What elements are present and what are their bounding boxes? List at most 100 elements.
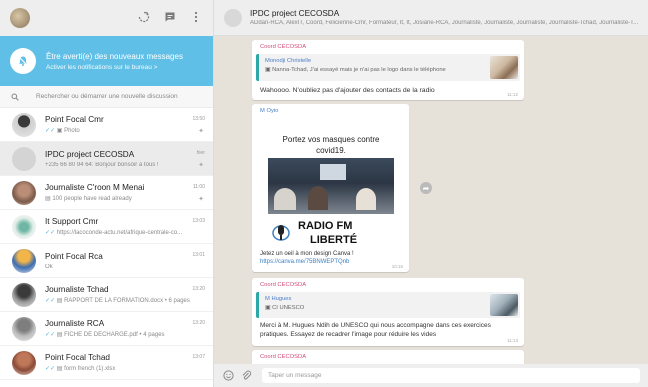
chat-preview: ✓✓ https://lacoconde-actu.net/afrique-ce… — [45, 230, 183, 236]
avatar — [12, 282, 36, 307]
message-composer — [214, 364, 648, 387]
chat-preview: ▤ 100 people have read already — [45, 196, 132, 202]
chat-preview: +235 66 80 94 64: Bonjour bonsoir à tous… — [45, 161, 159, 168]
read-ticks-icon: ✓✓ — [45, 230, 56, 236]
pin-icon: ✦ — [198, 128, 204, 135]
group-name: IPDC project CECOSDA — [250, 9, 340, 18]
avatar — [12, 350, 36, 375]
notification-banner[interactable]: Être averti(e) des nouveaux messages Act… — [0, 36, 213, 86]
quoted-message[interactable]: M Hugues ▣ CI UNESCO — [256, 292, 520, 318]
message-text: Merci à M. Hugues Ndih de UNESCO qui nou… — [260, 322, 491, 338]
avatar — [12, 214, 36, 239]
read-ticks-icon: ✓✓ — [45, 332, 56, 338]
poster-photo — [268, 158, 394, 214]
menu-icon[interactable] — [189, 10, 203, 24]
avatar — [12, 316, 36, 341]
group-avatar[interactable] — [224, 8, 242, 27]
chat-name: It Support Cmr — [45, 217, 99, 226]
chat-name: Point Focal Rca — [45, 251, 103, 261]
image-icon: ▣ — [265, 305, 271, 311]
chat-name: IPDC project CECOSDA — [45, 149, 135, 159]
message-time: 10:15 — [391, 264, 403, 269]
chat-item[interactable]: Point Focal Rca Ok 13:01 — [0, 244, 213, 278]
chat-item[interactable]: Point Focal Cmr ✓✓ ▣ Photo 13:50 ✦ — [0, 108, 213, 142]
quoted-message[interactable]: Monodji Christelle ▣ Nanna-Tchad, J'ai e… — [256, 54, 520, 81]
chat-name: Journaliste Tchad — [45, 285, 109, 294]
conversation-header[interactable]: IPDC project CECOSDA ADdan-RCA, AlexIT, … — [214, 0, 648, 36]
message-time: 11:12 — [507, 92, 518, 97]
message-bubble[interactable]: Coord CECOSDA — [252, 350, 524, 364]
chat-time: 13:20 — [192, 286, 205, 292]
chat-item[interactable]: Journaliste RCA ✓✓ ▤ FICHE DE DECHARGE.p… — [0, 312, 213, 346]
message-input[interactable] — [262, 368, 640, 383]
message-text: Jetez un oeil à mon design Canva ! — [260, 251, 354, 257]
message-text: Wahoooo. N'oubliez pas d'ajouter des con… — [260, 87, 435, 94]
document-icon: ▤ — [56, 332, 63, 338]
chat-list: Point Focal Cmr ✓✓ ▣ Photo 13:50 ✦ IPDC … — [0, 108, 213, 380]
chat-preview: Ok — [45, 263, 53, 270]
chat-item[interactable]: Point Focal Tchad ✓✓ ▤ form french (1).x… — [0, 346, 213, 380]
chat-time: 13:20 — [192, 320, 205, 326]
document-icon: ▤ — [56, 366, 63, 372]
attach-icon[interactable] — [240, 370, 252, 382]
chat-item[interactable]: It Support Cmr ✓✓ https://lacoconde-actu… — [0, 210, 213, 244]
poster-title: Portez vos masques contre covid19. — [282, 135, 380, 155]
radio-logo-icon — [272, 220, 290, 242]
message-bubble[interactable]: M Oyio Portez vos masques contre covid19… — [252, 104, 409, 272]
avatar — [12, 112, 36, 137]
chat-preview: ✓✓ ▣ Photo — [45, 128, 80, 134]
read-ticks-icon: ✓✓ — [45, 366, 56, 372]
chat-time: 13:07 — [192, 354, 205, 360]
document-icon: ▤ — [45, 196, 51, 202]
forward-icon[interactable]: ➦ — [420, 182, 432, 194]
status-icon[interactable] — [137, 10, 151, 24]
chat-item[interactable]: Journaliste Tchad ✓✓ ▤ RAPPORT DE LA FOR… — [0, 278, 213, 312]
poster-radio-line-1: RADIO FM — [298, 220, 353, 232]
camera-icon: ▣ — [56, 128, 63, 134]
message-sender: M Oyio — [260, 108, 279, 114]
chat-preview: ✓✓ ▤ FICHE DE DECHARGE.pdf • 4 pages — [45, 332, 165, 338]
left-header — [0, 0, 213, 36]
avatar — [12, 180, 36, 205]
message-sender: Coord CECOSDA — [260, 44, 307, 50]
notification-subtitle[interactable]: Activer les notifications sur le bureau … — [46, 64, 183, 71]
chat-time: hier — [196, 150, 205, 156]
message-bubble[interactable]: Coord CECOSDA M Hugues ▣ CI UNESCO Merci… — [252, 278, 524, 346]
poster-radio-line-2: LIBERTÉ — [310, 234, 358, 246]
chat-time: 13:50 — [192, 116, 205, 122]
whatsapp-web-window: Être averti(e) des nouveaux messages Act… — [0, 0, 648, 387]
notification-bell-off-icon — [10, 48, 36, 74]
message-bubble[interactable]: Coord CECOSDA Monodji Christelle ▣ Nanna… — [252, 40, 524, 100]
emoji-icon[interactable] — [222, 370, 234, 382]
message-time: 11:13 — [507, 338, 518, 343]
chat-name: Journaliste C'roon M Menai — [45, 183, 145, 192]
quoted-thumbnail — [490, 294, 518, 316]
chat-item[interactable]: Journaliste C'roon M Menai ▤ 100 people … — [0, 176, 213, 210]
chat-preview: ✓✓ ▤ form french (1).xlsx — [45, 366, 116, 372]
read-ticks-icon: ✓✓ — [45, 298, 56, 304]
chat-item[interactable]: IPDC project CECOSDA +235 66 80 94 64: B… — [0, 142, 213, 176]
quoted-text: ▣ CI UNESCO — [265, 305, 305, 311]
chat-time: 11:00 — [192, 184, 205, 190]
quoted-thumbnail — [490, 56, 518, 79]
poster-image[interactable]: Portez vos masques contre covid19. RADIO… — [258, 120, 404, 248]
quoted-sender: Monodji Christelle — [265, 58, 312, 64]
chat-preview: ✓✓ ▤ RAPPORT DE LA FORMATION.docx • 6 pa… — [45, 298, 190, 304]
read-ticks-icon: ✓✓ — [45, 128, 56, 134]
message-sender: Coord CECOSDA — [260, 282, 307, 288]
conversation-panel: IPDC project CECOSDA ADdan-RCA, AlexIT, … — [214, 0, 648, 387]
chat-time: 13:03 — [192, 218, 205, 224]
message-area: Coord CECOSDA Monodji Christelle ▣ Nanna… — [214, 36, 648, 364]
document-icon: ▤ — [56, 298, 63, 304]
quoted-text: ▣ Nanna-Tchad, J'ai essayé mais je n'ai … — [265, 67, 446, 73]
my-avatar[interactable] — [10, 8, 30, 28]
search-input[interactable]: Rechercher ou démarrer une nouvelle disc… — [36, 93, 178, 100]
search-bar[interactable]: Rechercher ou démarrer une nouvelle disc… — [0, 86, 213, 108]
new-chat-icon[interactable] — [163, 10, 177, 24]
chat-list-panel: Être averti(e) des nouveaux messages Act… — [0, 0, 214, 387]
notification-title: Être averti(e) des nouveaux messages — [46, 51, 183, 61]
message-link[interactable]: https://canva.me/75BNWEPTQnb — [260, 258, 349, 266]
chat-name: Point Focal Tchad — [45, 353, 110, 362]
chat-name: Journaliste RCA — [45, 319, 105, 328]
avatar — [12, 146, 36, 171]
